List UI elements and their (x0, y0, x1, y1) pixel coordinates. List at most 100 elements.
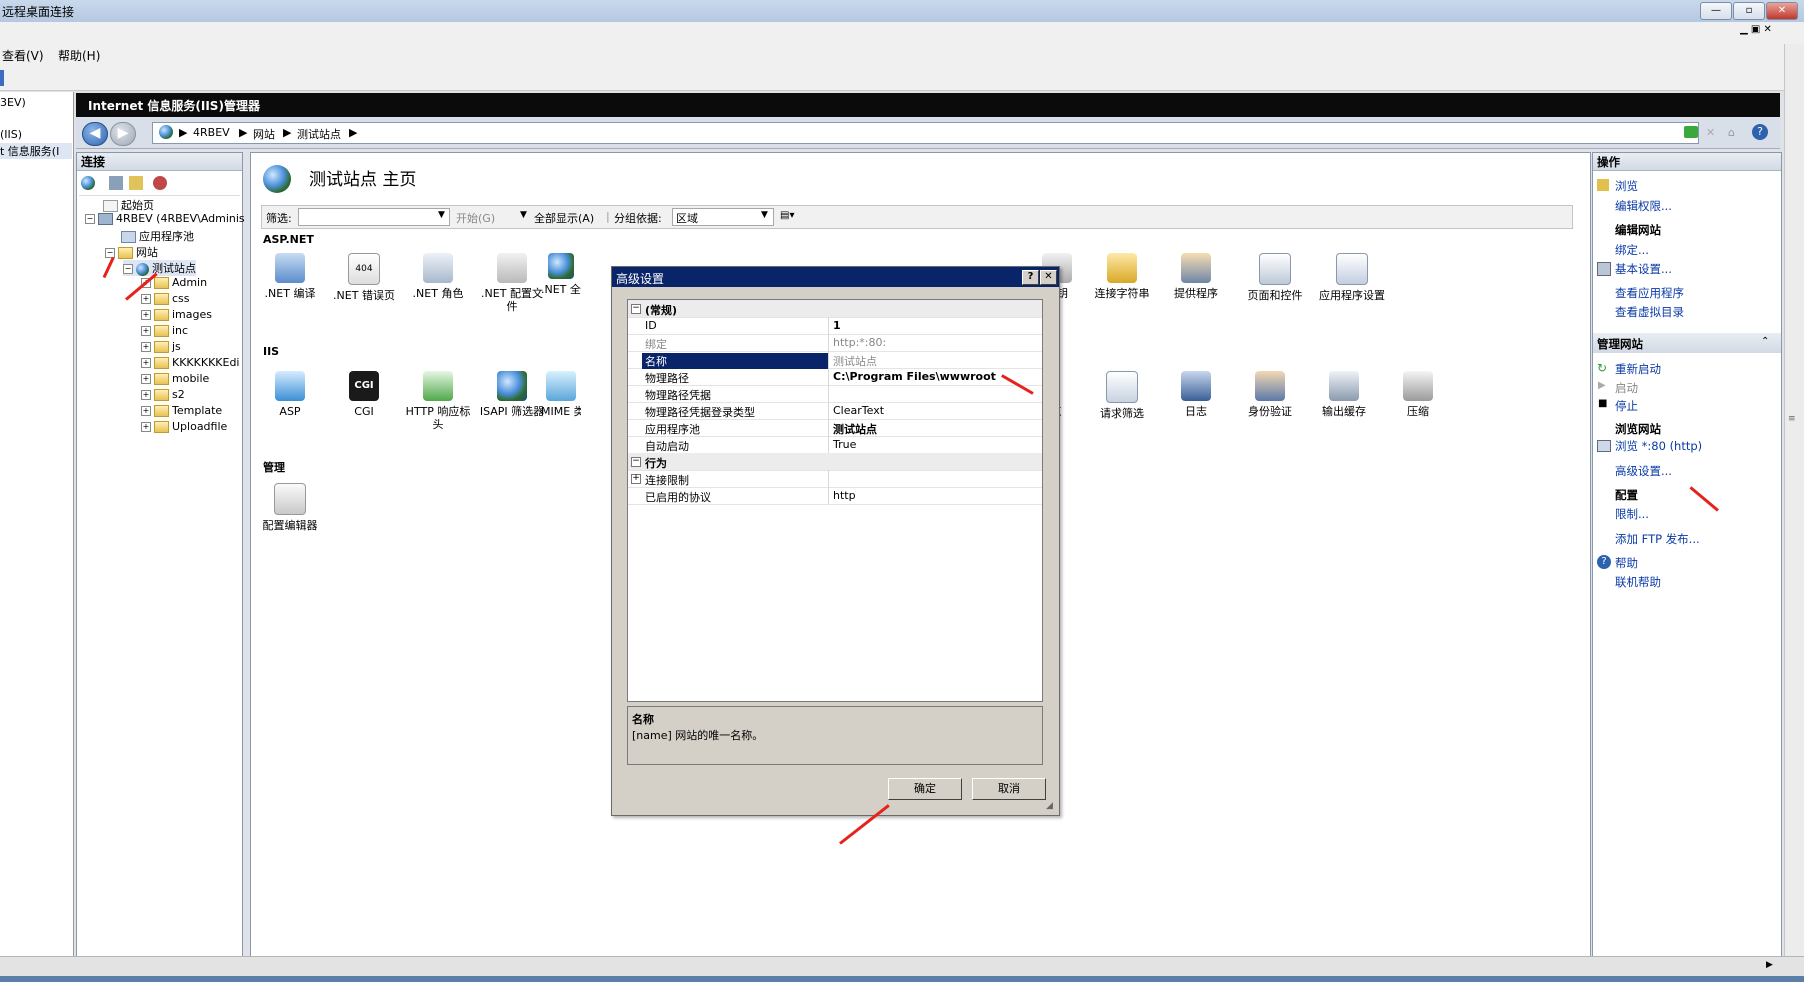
left-tree-node[interactable]: 3EV) (0, 96, 26, 109)
forward-icon[interactable]: ▶ (110, 122, 136, 146)
crumb-site[interactable]: 测试站点 (297, 126, 341, 142)
stop-icon[interactable]: ✕ (1706, 126, 1720, 139)
feature-providers[interactable]: 提供程序 (1161, 253, 1231, 300)
tree-folder[interactable]: + inc (141, 324, 188, 337)
toolbar-icon[interactable] (0, 70, 4, 86)
menu-help[interactable]: 帮助(H) (58, 47, 100, 64)
filter-input[interactable] (298, 208, 450, 226)
save-icon[interactable] (109, 176, 123, 190)
feature-net-roles[interactable]: .NET 角色 (403, 253, 473, 300)
restart-link[interactable]: 重新启动 (1615, 361, 1661, 377)
up-icon[interactable] (129, 176, 143, 190)
property-row[interactable]: 物理路径凭据 (628, 385, 1042, 403)
feature-http-headers[interactable]: HTTP 响应标头 (403, 371, 473, 431)
restore-icon[interactable]: ▫ (1733, 2, 1765, 20)
disconnect-icon[interactable] (153, 176, 167, 190)
tree-folder[interactable]: + mobile (141, 372, 209, 385)
refresh-icon[interactable] (1684, 126, 1698, 138)
edit-permissions-link[interactable]: 编辑权限... (1615, 198, 1672, 214)
category-behavior[interactable]: − 行为 (628, 453, 1042, 471)
help-link[interactable]: 帮助 (1615, 555, 1638, 571)
tree-folder[interactable]: + Uploadfile (141, 420, 227, 433)
feature-connection-strings[interactable]: 连接字符串 (1087, 253, 1157, 300)
scroll-right-icon[interactable]: ▶ (1766, 960, 1773, 970)
category-general[interactable]: − (常规) (628, 300, 1042, 318)
collapse-icon[interactable]: ⌃ (1761, 336, 1769, 347)
back-icon[interactable]: ◀ (82, 122, 108, 146)
menu-view[interactable]: 查看(V) (2, 47, 44, 64)
feature-cgi[interactable]: CGI CGI (329, 371, 399, 418)
chevron-down-icon[interactable]: ▼ (438, 210, 445, 220)
ok-button[interactable]: 确定 (888, 778, 962, 800)
inner-window-controls-icon[interactable]: ▁ ▣ ✕ (1740, 24, 1790, 38)
basic-settings-link[interactable]: 基本设置... (1615, 261, 1672, 277)
tree-folder[interactable]: + js (141, 340, 181, 353)
feature-net-compile[interactable]: .NET 编译 (255, 253, 325, 300)
vertical-scrollbar[interactable]: ≡ (1784, 44, 1804, 956)
advanced-settings-link[interactable]: 高级设置... (1615, 463, 1672, 479)
left-tree-node[interactable]: t 信息服务(I (0, 143, 72, 159)
crumb-server[interactable]: 4RBEV (193, 126, 230, 139)
tree-folder[interactable]: + Template (141, 404, 222, 417)
minimize-icon[interactable]: — (1700, 2, 1732, 20)
tree-folder[interactable]: + css (141, 292, 190, 305)
tree-server[interactable]: −4RBEV (4RBEV\Adminis (85, 212, 245, 225)
feature-pages-controls[interactable]: 页面和控件 (1235, 253, 1315, 302)
feature-logging[interactable]: 日志 (1161, 371, 1231, 418)
left-tree-node[interactable]: (IIS) (0, 128, 22, 141)
feature-isapi-filters[interactable]: ISAPI 筛选器 (477, 371, 547, 418)
feature-net-error-pages[interactable]: 404 .NET 错误页 (329, 253, 399, 302)
help-icon[interactable]: ? (1022, 270, 1039, 285)
limits-link[interactable]: 限制... (1615, 506, 1649, 522)
show-all-button[interactable]: 全部显示(A) (534, 210, 594, 226)
address-path[interactable]: ▶ 4RBEV ▶ 网站 ▶ 测试站点 ▶ (152, 122, 1699, 144)
collapse-icon[interactable]: − (631, 304, 641, 314)
stop-link[interactable]: 停止 (1615, 398, 1638, 414)
expand-icon[interactable]: + (631, 474, 641, 484)
property-row[interactable]: 绑定 http:*:80: (628, 334, 1042, 352)
start-button[interactable]: 开始(G) (456, 210, 495, 226)
view-applications-link[interactable]: 查看应用程序 (1615, 285, 1684, 301)
property-row[interactable]: 物理路径 C:\Program Files\wwwroot (628, 368, 1042, 386)
tree-app-pools[interactable]: 应用程序池 (121, 228, 194, 244)
browse-link[interactable]: 浏览 (1615, 178, 1638, 194)
tree-folder[interactable]: + KKKKKKKEdi (141, 356, 239, 369)
bindings-link[interactable]: 绑定... (1615, 242, 1649, 258)
feature-config-editor[interactable]: 配置编辑器 (255, 483, 325, 532)
home-icon[interactable]: ⌂ (1728, 126, 1742, 139)
start-link[interactable]: 启动 (1615, 380, 1638, 396)
connect-icon[interactable] (81, 176, 95, 190)
property-row[interactable]: 物理路径凭据登录类型 ClearText (628, 402, 1042, 420)
cancel-button[interactable]: 取消 (972, 778, 1046, 800)
feature-asp[interactable]: ASP (255, 371, 325, 418)
view-virtual-dirs-link[interactable]: 查看虚拟目录 (1615, 304, 1684, 320)
feature-compression[interactable]: 压缩 (1383, 371, 1453, 418)
feature-app-settings[interactable]: 应用程序设置 (1317, 253, 1387, 302)
feature-request-filtering[interactable]: 请求筛选 (1087, 371, 1157, 420)
tree-start-page[interactable]: 起始页 (103, 197, 154, 213)
crumb-sites[interactable]: 网站 (253, 126, 275, 142)
feature-net-globalization[interactable]: .NET 全球 (541, 253, 581, 296)
tree-folder[interactable]: + images (141, 308, 212, 321)
property-row[interactable]: 自动启动 True (628, 436, 1042, 454)
property-row[interactable]: 应用程序池 测试站点 (628, 419, 1042, 437)
online-help-link[interactable]: 联机帮助 (1615, 574, 1661, 590)
feature-output-cache[interactable]: 输出缓存 (1309, 371, 1379, 418)
resize-grip-icon[interactable]: ◢ (1046, 801, 1053, 811)
close-icon[interactable]: ✕ (1040, 270, 1057, 285)
tree-test-site[interactable]: − 测试站点 (123, 260, 196, 276)
help-icon[interactable]: ? (1752, 124, 1768, 140)
tree-folder[interactable]: + s2 (141, 388, 185, 401)
view-icon[interactable]: ▤▾ (780, 210, 794, 221)
chevron-down-icon[interactable]: ▼ (520, 210, 527, 220)
collapse-icon[interactable]: − (631, 457, 641, 467)
add-ftp-link[interactable]: 添加 FTP 发布... (1615, 531, 1700, 547)
feature-mime-types[interactable]: MIME 类 (541, 371, 581, 418)
close-icon[interactable]: ✕ (1766, 2, 1798, 20)
feature-net-profile[interactable]: .NET 配置文件 (477, 253, 547, 313)
property-row[interactable]: ID 1 (628, 317, 1042, 335)
property-row[interactable]: + 连接限制 (628, 470, 1042, 488)
property-row[interactable]: 已启用的协议 http (628, 487, 1042, 505)
group-by-select[interactable]: 区域 ▼ (672, 208, 774, 226)
browse-port80-link[interactable]: 浏览 *:80 (http) (1615, 438, 1702, 454)
